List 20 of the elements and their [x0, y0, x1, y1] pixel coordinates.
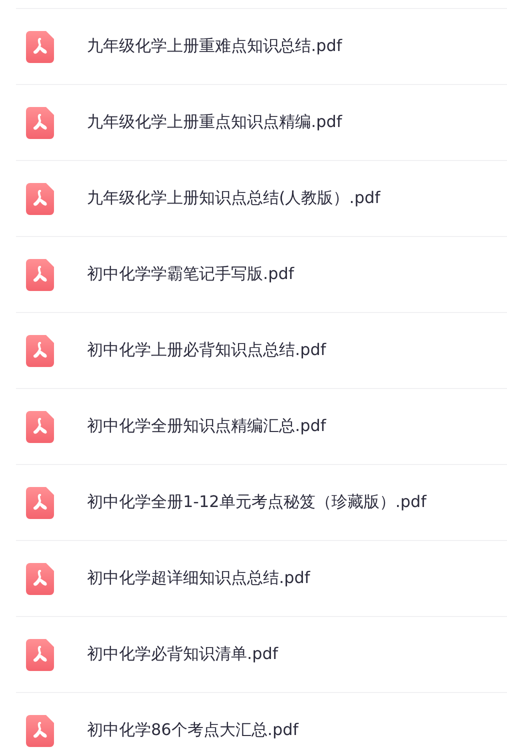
file-name[interactable]: 初中化学上册必背知识点总结.pdf — [87, 340, 326, 361]
pdf-file-icon — [26, 410, 54, 442]
file-name[interactable]: 初中化学全册1-12单元考点秘笈（珍藏版）.pdf — [87, 492, 426, 513]
file-name[interactable]: 初中化学学霸笔记手写版.pdf — [87, 264, 294, 285]
file-name[interactable]: 初中化学86个考点大汇总.pdf — [87, 720, 298, 741]
pdf-file-icon — [26, 486, 54, 518]
file-name[interactable]: 初中化学全册知识点精编汇总.pdf — [87, 416, 326, 437]
file-name[interactable]: 初中化学超详细知识点总结.pdf — [87, 568, 310, 589]
pdf-file-icon — [26, 106, 54, 138]
pdf-file-icon — [26, 562, 54, 594]
pdf-file-icon — [26, 714, 54, 746]
pdf-file-icon — [26, 258, 54, 290]
pdf-file-icon — [26, 638, 54, 670]
file-name[interactable]: 九年级化学上册知识点总结(人教版）.pdf — [87, 188, 380, 209]
file-name[interactable]: 初中化学必背知识清单.pdf — [87, 644, 278, 665]
pdf-file-icon — [26, 334, 54, 366]
pdf-file-icon — [26, 30, 54, 62]
file-name[interactable]: 九年级化学上册重点知识点精编.pdf — [87, 112, 342, 133]
pdf-file-icon — [26, 182, 54, 214]
file-name[interactable]: 九年级化学上册重难点知识总结.pdf — [87, 36, 342, 57]
